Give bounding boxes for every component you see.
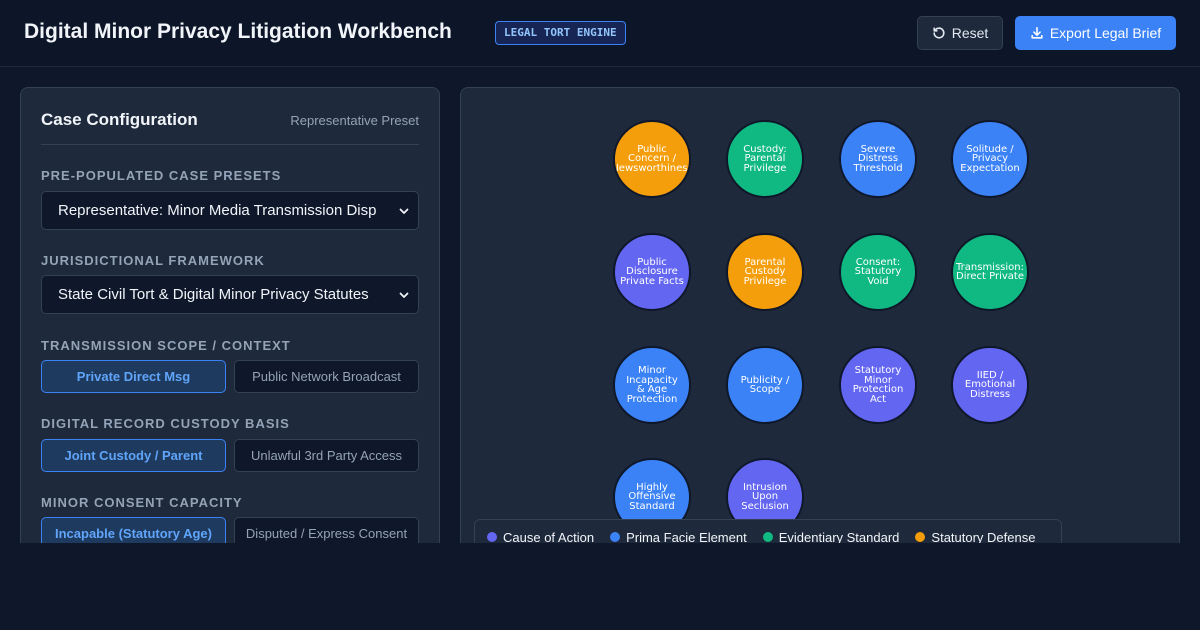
graph-node-label-line: Private Facts — [620, 275, 684, 287]
graph-node-label: Consent: Statutory Void — [845, 258, 911, 287]
graph-node-label-line: Standard — [629, 500, 675, 512]
graph-node-label: Solitude / Privacy Expectation — [960, 145, 1019, 174]
export-brief-button[interactable]: Export Legal Brief — [1015, 16, 1176, 50]
graph-node-solitude-privacy-expectation[interactable]: Solitude / Privacy Expectation — [951, 120, 1029, 198]
graph-node-label: Minor Incapacity & Age Protection — [626, 366, 678, 404]
graph-node-iied-emotional-distress[interactable]: IIED / Emotional Distress — [951, 346, 1029, 424]
jurisdiction-select-value: State Civil Tort & Digital Minor Privacy… — [58, 286, 369, 303]
panel-title: Case Configuration — [41, 110, 198, 129]
custody-option-unlawful[interactable]: Unlawful 3rd Party Access — [234, 439, 419, 472]
graph-node-label-line: Protection Act — [852, 384, 904, 405]
graph-node-label: Intrusion Upon Seclusion — [741, 483, 789, 512]
graph-node-statutory-minor-protection-act[interactable]: Statutory Minor Protection Act — [839, 346, 917, 424]
export-label: Export Legal Brief — [1049, 25, 1162, 41]
graph-node-label-line: Newsworthiness — [613, 162, 691, 174]
graph-node-label-line: Direct Private — [956, 271, 1024, 282]
graph-node-label-line: Protection — [626, 393, 678, 405]
tort-graph-panel: Public Concern / Newsworthiness Custody: Par… — [460, 87, 1180, 557]
graph-node-consent-statutory-void[interactable]: Consent: Statutory Void — [839, 233, 917, 311]
graph-node-label: Parental Custody Privilege — [744, 258, 787, 287]
reset-button[interactable]: Reset — [917, 16, 1003, 50]
custody-option-joint[interactable]: Joint Custody / Parent — [41, 439, 226, 472]
legend-dot — [610, 532, 621, 542]
graph-node-label-line: Distress — [969, 388, 1011, 400]
graph-node-label: Publicity / Scope — [741, 375, 790, 395]
engine-badge: LEGAL TORT ENGINE — [495, 21, 626, 45]
graph-node-label-line: Statutory Void — [854, 266, 902, 287]
download-icon — [1031, 26, 1043, 39]
scope-option-public[interactable]: Public Network Broadcast — [234, 360, 419, 393]
case-configuration-panel: Case Configuration Representative Preset… — [20, 87, 440, 557]
graph-node-transmission-direct-private[interactable]: Transmission: Direct Private — [951, 233, 1029, 311]
graph-node-minor-incapacity-age-protection[interactable]: Minor Incapacity & Age Protection — [613, 346, 691, 424]
reset-icon — [933, 27, 945, 39]
graph-node-custody-parental-privilege[interactable]: Custody: Parental Privilege — [726, 120, 804, 198]
graph-node-label-line: Scope — [749, 384, 781, 395]
graph-node-label: Transmission: Direct Private — [956, 262, 1024, 282]
graph-node-label: Custody: Parental Privilege — [743, 145, 786, 174]
jurisdiction-select[interactable]: State Civil Tort & Digital Minor Privacy… — [41, 275, 419, 314]
graph-node-public-disclosure-private-facts[interactable]: Public Disclosure Private Facts — [613, 233, 691, 311]
presets-label: PRE-POPULATED CASE PRESETS — [41, 168, 282, 183]
preset-select[interactable]: Representative: Minor Media Transmission… — [41, 191, 419, 230]
preset-status: Representative Preset — [290, 113, 419, 128]
graph-node-label-line: Privilege — [743, 275, 787, 287]
graph-node-severe-distress-threshold[interactable]: Severe Distress Threshold — [839, 120, 917, 198]
graph-node-publicity-scope[interactable]: Publicity / Scope — [726, 346, 804, 424]
app-header: Digital Minor Privacy Litigation Workben… — [0, 0, 1200, 67]
graph-node-label: Statutory Minor Protection Act — [845, 366, 911, 404]
legend-dot — [915, 532, 926, 542]
scope-label: TRANSMISSION SCOPE / CONTEXT — [41, 338, 291, 353]
chevron-down-icon — [396, 276, 412, 313]
custody-label: DIGITAL RECORD CUSTODY BASIS — [41, 416, 290, 431]
graph-node-public-concern-newsworthiness[interactable]: Public Concern / Newsworthiness — [613, 120, 691, 198]
graph-node-parental-custody-privilege[interactable]: Parental Custody Privilege — [726, 233, 804, 311]
scope-option-private[interactable]: Private Direct Msg — [41, 360, 226, 393]
legend-dot — [762, 532, 773, 542]
jurisdiction-label: JURISDICTIONAL FRAMEWORK — [41, 253, 265, 268]
legend-dot — [487, 532, 497, 542]
consent-label: MINOR CONSENT CAPACITY — [41, 495, 243, 510]
chevron-down-icon — [396, 192, 412, 229]
reset-label: Reset — [951, 25, 989, 41]
graph-node-label: Highly Offensive Standard — [628, 483, 675, 512]
app-title: Digital Minor Privacy Litigation Workben… — [24, 20, 452, 43]
graph-node-label-line: Seclusion — [741, 500, 789, 512]
graph-node-label: Severe Distress Threshold — [853, 145, 902, 174]
graph-node-label-line: Privilege — [743, 162, 787, 174]
panel-divider — [41, 144, 419, 145]
page-background — [0, 543, 1200, 630]
graph-node-label-line: Expectation — [960, 162, 1020, 174]
preset-select-value: Representative: Minor Media Transmission… — [58, 202, 377, 219]
graph-node-label: Public Concern / Newsworthiness — [613, 145, 691, 174]
graph-node-label: IIED / Emotional Distress — [965, 371, 1015, 400]
graph-node-label: Public Disclosure Private Facts — [620, 258, 684, 287]
graph-node-label-line: Threshold — [853, 162, 903, 174]
